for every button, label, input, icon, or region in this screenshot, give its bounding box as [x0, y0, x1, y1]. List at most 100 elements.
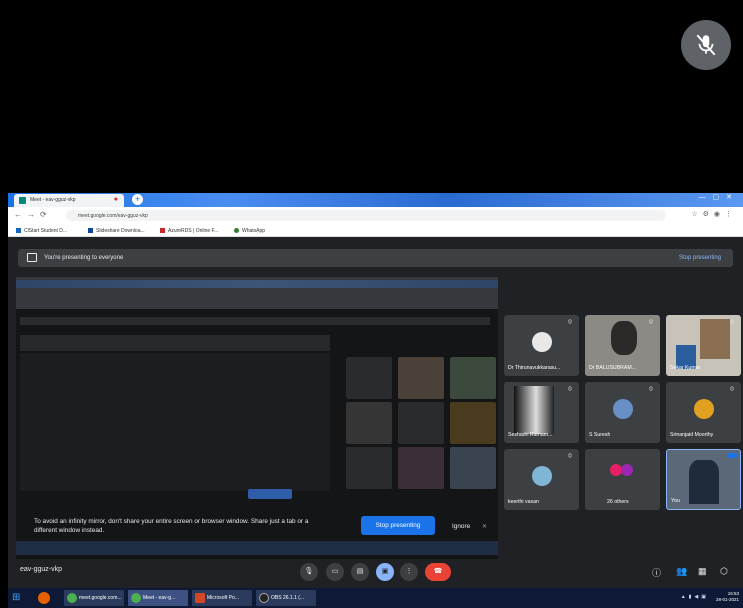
browser-toolbar: ←→⟳ meet.google.com/eav-gguz-vkp ☆⚙◉⋮: [8, 207, 743, 224]
ignore-button[interactable]: Ignore: [452, 523, 470, 530]
tab-title: Meet - eav-gguz-vkp: [30, 197, 76, 203]
info-icon[interactable]: ⓘ: [652, 566, 661, 579]
bookmark-item[interactable]: ClStart Student D...: [16, 228, 67, 234]
participant-name: 26 others: [607, 499, 629, 505]
mic-icon: 🎙: [304, 568, 314, 575]
participant-tile[interactable]: ⦸ keerthi vasan: [504, 449, 579, 510]
infinity-mirror-warning: To avoid an infinity mirror, don't share…: [34, 518, 309, 534]
screen: Meet - eav-gguz-vkp ● + —▢✕ ←→⟳ meet.goo…: [0, 0, 743, 608]
participant-name: Srinanjaid Moorthy: [670, 432, 714, 438]
phone-hangup-icon: ☎: [433, 568, 443, 575]
more-icon[interactable]: ✕: [482, 523, 487, 530]
participant-video: [611, 321, 637, 355]
camera-toggle-button[interactable]: ▭: [326, 563, 344, 581]
participant-tile[interactable]: ⦸ Dr Thirunavukkarasu...: [504, 315, 579, 376]
mirror-tile: [398, 447, 444, 489]
bookmark-icon: [88, 228, 93, 234]
taskbar-item[interactable]: Meet - eav-g...: [128, 590, 188, 606]
mic-off-icon: ⦸: [568, 319, 572, 325]
windows-start-icon[interactable]: ⊞: [12, 591, 26, 605]
camera-icon: ▭: [331, 568, 339, 575]
mirror-tile: [398, 357, 444, 399]
mic-off-icon: ⦸: [730, 319, 734, 325]
firefox-icon[interactable]: [38, 592, 50, 604]
mirror-banner: [20, 317, 490, 325]
mirror-tile: [346, 357, 392, 399]
mirror-tab-strip: [16, 280, 498, 288]
powerpoint-icon: [195, 593, 205, 603]
whatsapp-icon: [234, 228, 239, 234]
participant-tile[interactable]: ⦸ Srinanjaid Moorthy: [666, 382, 741, 443]
taskbar-item[interactable]: meet.google.com...: [64, 590, 124, 606]
mirror-tile: [450, 402, 496, 444]
window-controls[interactable]: —▢✕: [699, 193, 739, 201]
self-tile[interactable]: You: [666, 449, 741, 510]
participant-name: You: [671, 498, 680, 504]
present-icon: ▣: [381, 568, 389, 575]
participant-tile[interactable]: ⦸ Seshadri Ramam...: [504, 382, 579, 443]
participant-tile[interactable]: 26 others: [585, 449, 660, 510]
people-icon[interactable]: 👥: [676, 566, 687, 577]
participant-tile[interactable]: ⦸ S Suresh: [585, 382, 660, 443]
banner-stop-presenting-link[interactable]: Stop presenting: [679, 255, 721, 261]
participant-video: [700, 319, 730, 359]
mic-toggle-button[interactable]: 🎙: [300, 563, 318, 581]
nav-buttons[interactable]: ←→⟳: [14, 210, 52, 219]
chrome-icon: [67, 593, 77, 603]
address-bar[interactable]: meet.google.com/eav-gguz-vkp: [66, 210, 666, 221]
mirror-tile: [398, 402, 444, 444]
avatar: [621, 464, 633, 476]
mic-off-icon: ⦸: [568, 453, 572, 459]
captions-button[interactable]: ▤: [351, 563, 369, 581]
bookmarks-bar: ClStart Student D... Slideshare Downloa.…: [8, 224, 743, 237]
participant-name: S Suresh: [589, 432, 611, 438]
bookmark-item[interactable]: AzureRDS | Online F...: [160, 228, 218, 234]
mirror-tile: [450, 447, 496, 489]
participant-video: [514, 386, 554, 434]
mic-off-icon: ⦸: [730, 386, 734, 392]
mic-off-icon: ⦸: [568, 386, 572, 392]
mirror-content: [20, 353, 330, 491]
clock: 16:53 28-01-2021: [715, 591, 739, 602]
participant-tile[interactable]: ⦸ Dr BALUSUBRAM...: [585, 315, 660, 376]
new-tab-button[interactable]: +: [132, 194, 143, 205]
mic-off-icon: [696, 34, 716, 56]
windows-taskbar: ⊞ meet.google.com... Meet - eav-g... Mic…: [8, 588, 743, 608]
taskbar-item[interactable]: OBS 26.1.1 (...: [256, 590, 316, 606]
presenting-banner: You're presenting to everyone Stop prese…: [18, 249, 733, 267]
more-options-button[interactable]: ⋮: [400, 563, 418, 581]
presenting-text: You're presenting to everyone: [44, 255, 124, 261]
activities-icon[interactable]: ⬡: [720, 566, 728, 577]
browser-tab-strip: Meet - eav-gguz-vkp ● + —▢✕: [8, 193, 743, 207]
mirror-button: [248, 489, 292, 499]
mirror-shot: [20, 335, 330, 351]
bookmark-item[interactable]: WhatsApp: [234, 228, 265, 234]
mirror-taskbar: [16, 541, 498, 555]
mic-off-icon: ⦸: [649, 319, 653, 325]
meet-page: You're presenting to everyone Stop prese…: [8, 237, 743, 588]
toolbar-icons[interactable]: ☆⚙◉⋮: [691, 210, 737, 218]
mirror-tile: [346, 402, 392, 444]
more-options-icon[interactable]: [727, 453, 737, 458]
present-button[interactable]: ▣: [376, 563, 394, 581]
mirror-tile: [346, 447, 392, 489]
browser-tab[interactable]: Meet - eav-gguz-vkp ●: [14, 194, 124, 207]
bookmark-icon: [16, 228, 21, 234]
participant-name: Dr BALUSUBRAM...: [589, 365, 636, 371]
chat-icon[interactable]: ▦: [698, 566, 707, 577]
bookmark-item[interactable]: Slideshare Downloa...: [88, 228, 145, 234]
participant-tile[interactable]: ⦸ Sekar Kumar: [666, 315, 741, 376]
obs-icon: [259, 593, 269, 603]
meeting-code: eav-gguz-vkp: [20, 566, 63, 573]
self-video: [689, 460, 719, 504]
avatar: [694, 399, 714, 419]
present-screen-icon: [27, 253, 37, 262]
more-vert-icon: ⋮: [405, 568, 413, 575]
end-call-button[interactable]: ☎: [425, 563, 451, 581]
stop-presenting-button[interactable]: Stop presenting: [361, 516, 435, 535]
taskbar-item[interactable]: Microsoft Po...: [192, 590, 252, 606]
tab-close-icon[interactable]: ●: [114, 196, 118, 203]
system-tray[interactable]: ▲▮◀▣: [681, 594, 709, 600]
participant-name: Seshadri Ramam...: [508, 432, 553, 438]
avatar: [532, 332, 552, 352]
